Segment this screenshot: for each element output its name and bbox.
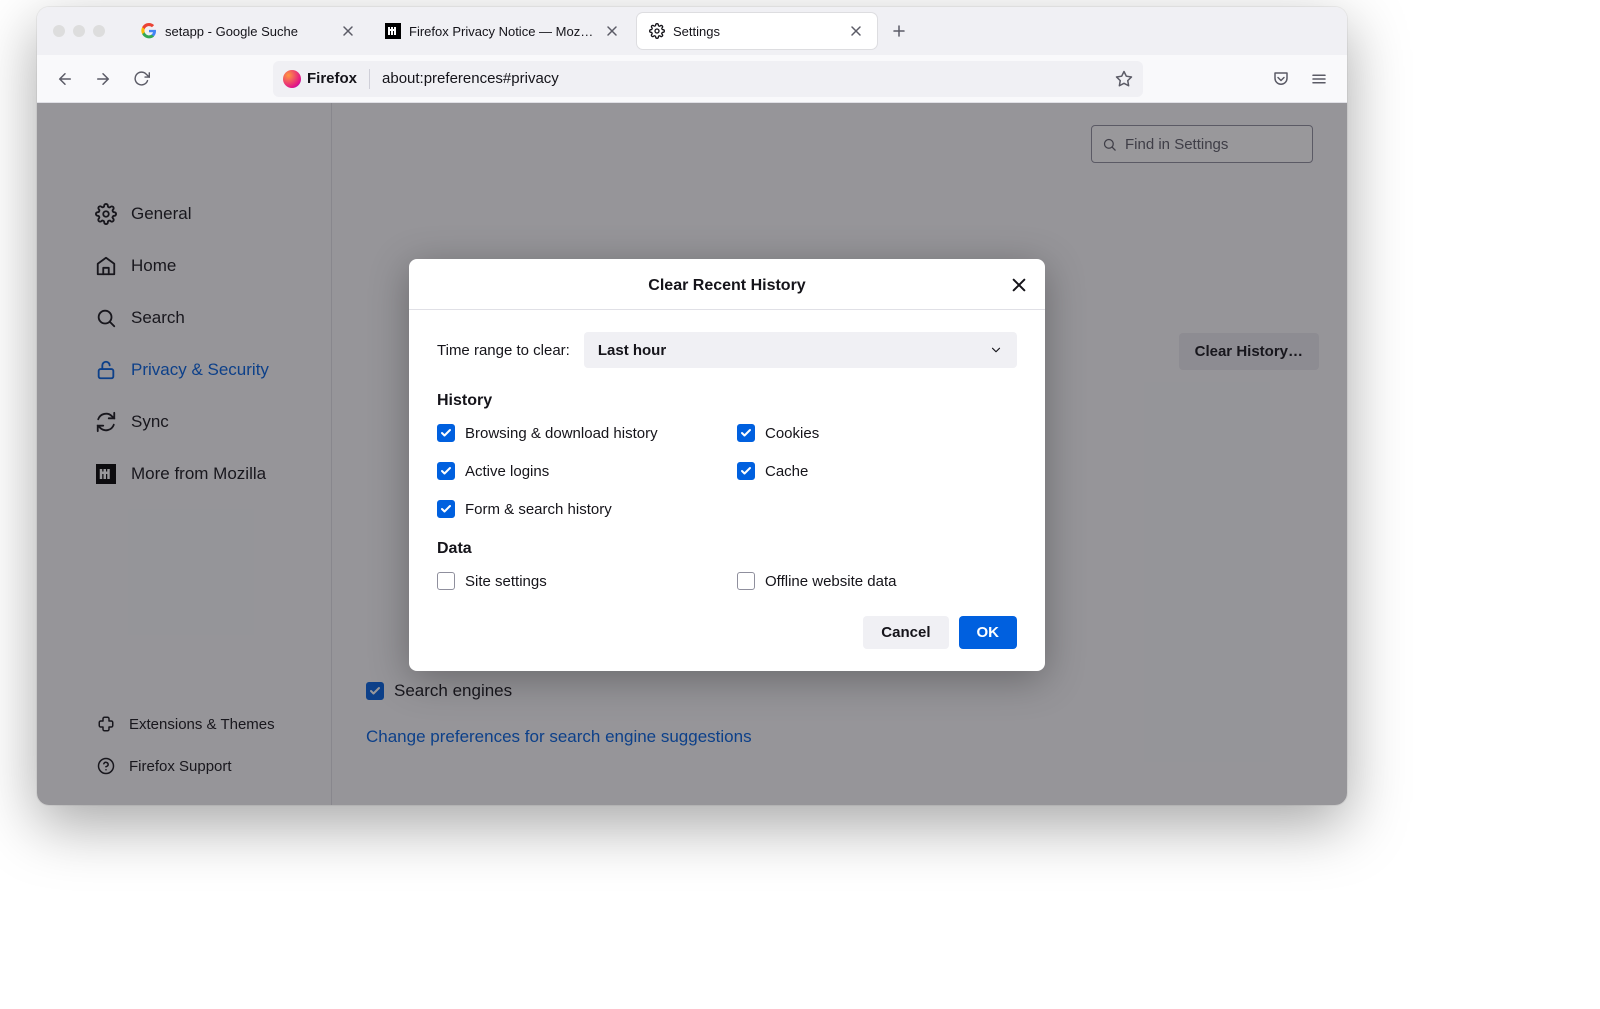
tab-settings[interactable]: Settings xyxy=(637,13,877,49)
checkbox-label: Cookies xyxy=(765,425,819,442)
tab-mozilla-privacy[interactable]: Firefox Privacy Notice — Mozilla xyxy=(373,13,633,49)
reload-button[interactable] xyxy=(125,63,157,95)
traffic-max[interactable] xyxy=(93,25,105,37)
checkbox-icon[interactable] xyxy=(737,424,755,442)
toolbar: Firefox about:preferences#privacy xyxy=(37,55,1347,103)
tab-title: setapp - Google Suche xyxy=(165,24,331,39)
chevron-down-icon xyxy=(989,343,1003,357)
time-range-value: Last hour xyxy=(598,342,666,359)
tab-google-search[interactable]: setapp - Google Suche xyxy=(129,13,369,49)
tab-title: Firefox Privacy Notice — Mozilla xyxy=(409,24,595,39)
checkbox-icon[interactable] xyxy=(437,424,455,442)
url-text: about:preferences#privacy xyxy=(382,70,1107,87)
checkbox-label: Site settings xyxy=(465,573,547,590)
clear-history-dialog: Clear Recent History Time range to clear… xyxy=(409,259,1045,671)
close-icon[interactable] xyxy=(339,22,357,40)
checkbox-row[interactable]: Browsing & download history xyxy=(437,424,717,442)
back-button[interactable] xyxy=(49,63,81,95)
google-icon xyxy=(141,23,157,39)
app-menu-icon[interactable] xyxy=(1303,63,1335,95)
checkbox-row[interactable]: Cache xyxy=(737,462,1017,480)
firefox-badge: Firefox xyxy=(283,70,357,88)
browser-window: setapp - Google Suche Firefox Privacy No… xyxy=(37,7,1347,805)
checkbox-label: Active logins xyxy=(465,463,549,480)
checkbox-icon[interactable] xyxy=(437,462,455,480)
checkbox-row[interactable]: Active logins xyxy=(437,462,717,480)
cancel-button[interactable]: Cancel xyxy=(863,616,948,649)
time-range-select[interactable]: Last hour xyxy=(584,332,1017,368)
checkbox-label: Offline website data xyxy=(765,573,896,590)
url-bar[interactable]: Firefox about:preferences#privacy xyxy=(273,61,1143,97)
close-icon[interactable] xyxy=(847,22,865,40)
firefox-badge-label: Firefox xyxy=(307,70,357,87)
checkbox-label: Browsing & download history xyxy=(465,425,658,442)
checkbox-icon[interactable] xyxy=(737,572,755,590)
dialog-title: Clear Recent History xyxy=(409,259,1045,310)
gear-icon xyxy=(649,23,665,39)
checkbox-label: Form & search history xyxy=(465,501,612,518)
data-section-heading: Data xyxy=(437,540,1017,558)
traffic-lights xyxy=(53,25,105,37)
checkbox-row[interactable]: Form & search history xyxy=(437,500,717,518)
checkbox-icon[interactable] xyxy=(737,462,755,480)
history-section-heading: History xyxy=(437,392,1017,410)
separator xyxy=(369,69,370,89)
checkbox-row[interactable]: Cookies xyxy=(737,424,1017,442)
firefox-icon xyxy=(283,70,301,88)
bookmark-star-icon[interactable] xyxy=(1115,70,1133,88)
tab-title: Settings xyxy=(673,24,839,39)
checkbox-label: Cache xyxy=(765,463,808,480)
tab-bar: setapp - Google Suche Firefox Privacy No… xyxy=(37,7,1347,55)
checkbox-icon[interactable] xyxy=(437,572,455,590)
time-range-label: Time range to clear: xyxy=(437,342,570,359)
checkbox-row[interactable]: Site settings xyxy=(437,572,717,590)
close-icon[interactable] xyxy=(1009,275,1029,295)
traffic-min[interactable] xyxy=(73,25,85,37)
traffic-close[interactable] xyxy=(53,25,65,37)
checkbox-icon[interactable] xyxy=(437,500,455,518)
dialog-title-text: Clear Recent History xyxy=(648,277,805,294)
pocket-icon[interactable] xyxy=(1265,63,1297,95)
checkbox-row[interactable]: Offline website data xyxy=(737,572,1017,590)
ok-button[interactable]: OK xyxy=(959,616,1018,649)
new-tab-button[interactable] xyxy=(885,17,913,45)
forward-button[interactable] xyxy=(87,63,119,95)
mozilla-icon xyxy=(385,23,401,39)
close-icon[interactable] xyxy=(603,22,621,40)
